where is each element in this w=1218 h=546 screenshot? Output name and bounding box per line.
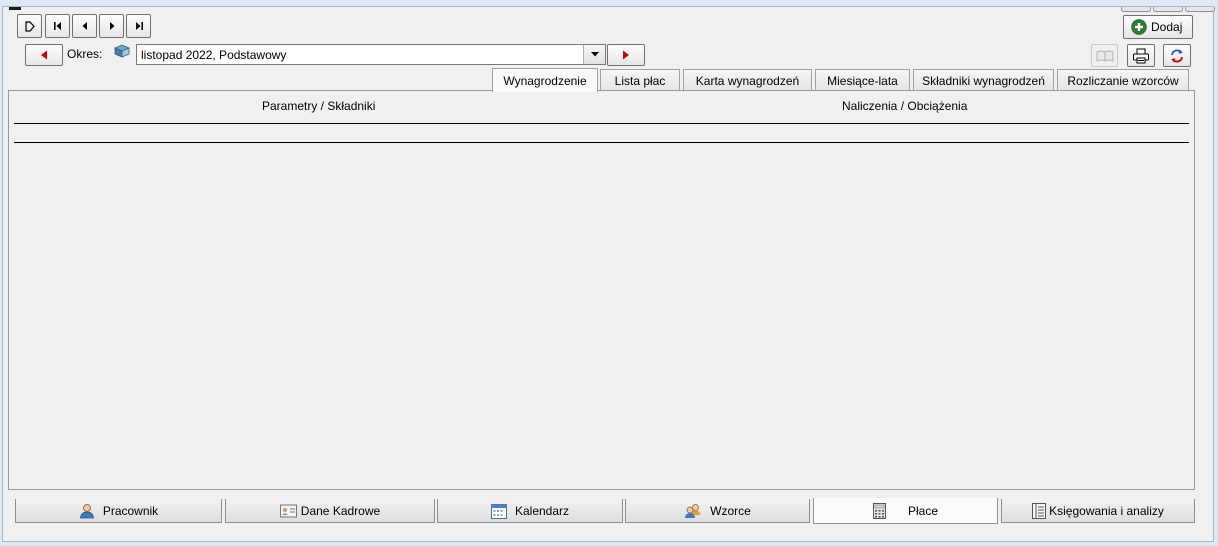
column-header-parameters: Parametry / Składniki <box>262 99 376 113</box>
bottom-tab-label: Księgowania i analizy <box>1049 503 1164 518</box>
bottom-tab-dane-kadrowe[interactable]: Dane Kadrowe <box>225 499 435 523</box>
tab-label: Miesiące-lata <box>827 73 898 88</box>
red-right-arrow-icon <box>623 50 629 60</box>
refresh-icon <box>1171 49 1183 62</box>
red-left-arrow-icon <box>41 50 47 60</box>
open-book-button[interactable] <box>1091 44 1118 67</box>
next-icon <box>109 22 114 30</box>
bottom-tab-wzorce[interactable]: Wzorce <box>625 499 810 523</box>
period-value: listopad 2022, Podstawowy <box>141 48 287 62</box>
calendar-icon <box>490 503 507 519</box>
first-record-button[interactable] <box>45 14 70 38</box>
tab-label: Karta wynagrodzeń <box>695 73 800 88</box>
printer-icon <box>1133 48 1149 63</box>
bottom-tab-kalendarz[interactable]: Kalendarz <box>437 499 623 523</box>
calculator-icon <box>872 502 886 519</box>
window-maximize-button[interactable] <box>1153 7 1183 12</box>
next-record-button[interactable] <box>99 14 124 38</box>
previous-period-button[interactable] <box>25 44 63 66</box>
tab-label: Lista płac <box>614 73 666 88</box>
title-bar-stub <box>9 7 21 10</box>
tab-rozliczanie-wzorcow[interactable]: Rozliczanie wzorców <box>1057 69 1189 91</box>
tab-label: Wynagrodzenie <box>503 73 587 88</box>
bottom-tab-pracownik[interactable]: Pracownik <box>15 499 222 523</box>
tab-label: Rozliczanie wzorców <box>1067 73 1179 88</box>
first-record-icon <box>53 22 61 30</box>
bottom-tab-ksiegowania[interactable]: Księgowania i analizy <box>1001 499 1195 523</box>
window-minimize-button[interactable] <box>1121 7 1151 12</box>
open-book-icon <box>1096 50 1113 62</box>
bottom-tab-label: Pracownik <box>102 503 159 518</box>
new-record-icon <box>25 20 35 32</box>
window-close-button[interactable] <box>1185 7 1215 12</box>
period-dropdown-button[interactable] <box>583 45 605 64</box>
tab-wynagrodzenie[interactable]: Wynagrodzenie <box>492 68 598 92</box>
period-select[interactable]: listopad 2022, Podstawowy <box>136 44 606 65</box>
tab-skladniki-wynagrodzen[interactable]: Składniki wynagrodzeń <box>913 69 1054 91</box>
last-record-button[interactable] <box>126 14 151 38</box>
add-button-label: Dodaj <box>1151 20 1183 34</box>
book-icon <box>113 44 131 63</box>
chevron-down-icon <box>590 52 599 57</box>
next-period-button[interactable] <box>607 44 645 66</box>
row-divider <box>14 142 1189 143</box>
previous-record-button[interactable] <box>72 14 97 38</box>
add-button[interactable]: Dodaj <box>1123 15 1193 39</box>
tab-miesiace-lata[interactable]: Miesiące-lata <box>815 69 910 91</box>
bottom-tab-label: Dane Kadrowe <box>300 503 381 518</box>
bottom-tab-label: Kalendarz <box>514 503 570 518</box>
person-icon <box>79 503 95 519</box>
previous-icon <box>82 22 87 30</box>
tab-lista-plac[interactable]: Lista płac <box>600 69 680 91</box>
column-header-charges: Naliczenia / Obciążenia <box>842 99 968 113</box>
id-card-icon <box>279 503 297 518</box>
tab-karta-wynagrodzen[interactable]: Karta wynagrodzeń <box>683 69 812 91</box>
bottom-tab-label: Płace <box>907 503 939 518</box>
people-group-icon <box>684 503 702 519</box>
header-divider <box>14 123 1189 124</box>
bottom-tab-place[interactable]: Płace <box>813 498 998 524</box>
new-record-button[interactable] <box>17 14 42 38</box>
tab-label: Składniki wynagrodzeń <box>922 73 1045 88</box>
salary-panel: Parametry / Składniki Naliczenia / Obcią… <box>8 90 1195 490</box>
bottom-tab-label: Wzorce <box>710 503 751 518</box>
period-label: Okres: <box>67 47 103 61</box>
add-icon <box>1131 19 1147 35</box>
refresh-button[interactable] <box>1163 44 1191 67</box>
last-record-icon <box>135 22 143 30</box>
ledger-icon <box>1032 502 1047 519</box>
print-button[interactable] <box>1127 44 1155 67</box>
